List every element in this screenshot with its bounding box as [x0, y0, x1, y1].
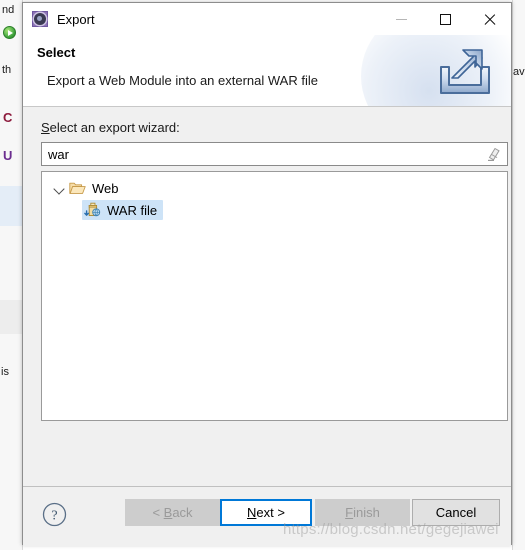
- tree-node-war-file[interactable]: WAR file: [42, 199, 507, 221]
- background-highlight-band: [0, 186, 22, 226]
- search-input[interactable]: war: [41, 142, 508, 166]
- background-text-fragment: C: [3, 110, 13, 125]
- next-button-label: Next >: [247, 505, 285, 520]
- tree-node-label: Web: [92, 180, 119, 196]
- export-dialog: Export Select Export a Web Module into a…: [22, 2, 512, 546]
- maximize-button[interactable]: [423, 3, 467, 35]
- tree-node-web[interactable]: Web: [42, 177, 507, 199]
- background-text-fragment: nd: [2, 4, 15, 16]
- background-gray-band: [0, 300, 22, 334]
- clear-eraser-icon[interactable]: [485, 145, 503, 163]
- cancel-button-label: Cancel: [435, 505, 477, 520]
- dialog-titlebar[interactable]: Export: [23, 3, 511, 35]
- background-text-fragment: U: [3, 148, 13, 163]
- tree-node-label: WAR file: [107, 202, 158, 218]
- background-right-panel: [512, 0, 525, 550]
- background-text-fragment: th: [2, 64, 12, 76]
- window-controls: [379, 3, 511, 35]
- search-field-label: Select an export wizard:: [41, 120, 180, 135]
- help-icon[interactable]: ?: [42, 502, 67, 527]
- search-input-value[interactable]: war: [48, 147, 485, 162]
- minimize-icon: [395, 18, 407, 20]
- background-text-fragment: av: [513, 66, 525, 78]
- maximize-icon: [439, 13, 451, 25]
- search-label-mnemonic: S: [41, 120, 50, 135]
- chevron-down-icon[interactable]: [52, 181, 66, 195]
- background-text-fragment: is: [1, 366, 9, 378]
- export-wizard-icon: [32, 11, 48, 27]
- back-button[interactable]: < Back: [125, 499, 220, 526]
- wizard-header: Select Export a Web Module into an exter…: [23, 35, 511, 107]
- close-button[interactable]: [467, 3, 511, 35]
- minimize-button[interactable]: [379, 3, 423, 35]
- export-arrow-icon: [440, 49, 490, 94]
- background-left-panel: [0, 0, 23, 550]
- help-glyph: ?: [51, 509, 57, 524]
- close-icon: [483, 13, 496, 26]
- finish-button-label: Finish: [345, 505, 380, 520]
- tree-selection[interactable]: WAR file: [82, 200, 164, 220]
- war-file-icon: [84, 202, 101, 217]
- page-title: Select: [37, 45, 76, 60]
- dialog-body: Select an export wizard: war Web WAR fil…: [23, 107, 511, 487]
- search-label-rest: elect an export wizard:: [49, 120, 180, 135]
- page-description: Export a Web Module into an external WAR…: [47, 73, 318, 88]
- back-button-label: < Back: [152, 505, 193, 520]
- open-folder-icon: [69, 182, 86, 194]
- watermark: https://blog.csdn.net/gegejiawei: [283, 521, 499, 538]
- dialog-title: Export: [57, 11, 95, 27]
- export-wizard-tree[interactable]: Web WAR file: [41, 171, 508, 421]
- run-icon: [3, 26, 16, 39]
